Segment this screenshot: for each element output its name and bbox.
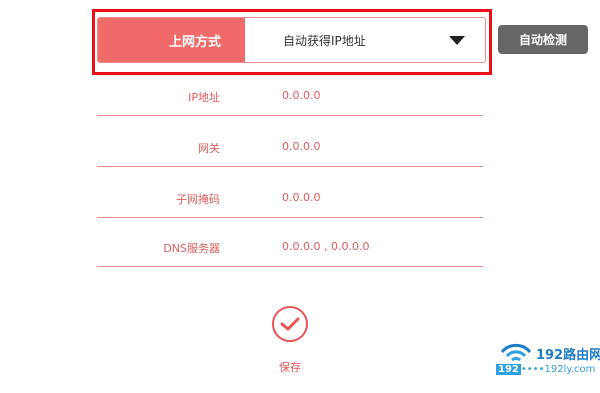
- auto-detect-button[interactable]: 自动检测: [498, 25, 588, 54]
- dns-server-label: DNS服务器: [163, 242, 220, 255]
- ip-address-row: IP地址 0.0.0.0: [97, 89, 483, 116]
- ip-address-value: 0.0.0.0: [282, 89, 321, 102]
- dns-server-row: DNS服务器 0.0.0.0 , 0.0.0.0: [97, 240, 483, 267]
- gateway-value: 0.0.0.0: [282, 140, 321, 153]
- subnet-mask-row: 子网掩码 0.0.0.0: [97, 191, 483, 218]
- dropdown-caret-icon[interactable]: [449, 35, 465, 45]
- connection-type-select[interactable]: 上网方式 自动获得IP地址: [97, 17, 486, 63]
- ip-address-label: IP地址: [188, 91, 220, 104]
- gateway-row: 网关 0.0.0.0: [97, 140, 483, 167]
- watermark-domain-number: 192: [496, 364, 521, 375]
- watermark-domain-text: 192ly.com: [544, 364, 596, 375]
- watermark-domain: 192 ••••192ly.com: [496, 364, 596, 375]
- save-button[interactable]: [272, 306, 308, 342]
- save-label: 保存: [279, 361, 301, 374]
- gateway-label: 网关: [198, 142, 220, 155]
- wifi-logo-icon: [500, 343, 532, 362]
- connection-type-dropdown[interactable]: 自动获得IP地址: [245, 18, 485, 62]
- connection-type-label: 上网方式: [98, 18, 245, 62]
- subnet-mask-value: 0.0.0.0: [282, 191, 321, 204]
- subnet-mask-label: 子网掩码: [176, 193, 220, 206]
- connection-type-value: 自动获得IP地址: [283, 33, 366, 48]
- dns-server-value: 0.0.0.0 , 0.0.0.0: [282, 240, 370, 253]
- watermark: 192路由网 192 ••••192ly.com: [496, 343, 600, 384]
- watermark-brand: 192路由网: [536, 348, 600, 363]
- checkmark-icon: [280, 317, 300, 331]
